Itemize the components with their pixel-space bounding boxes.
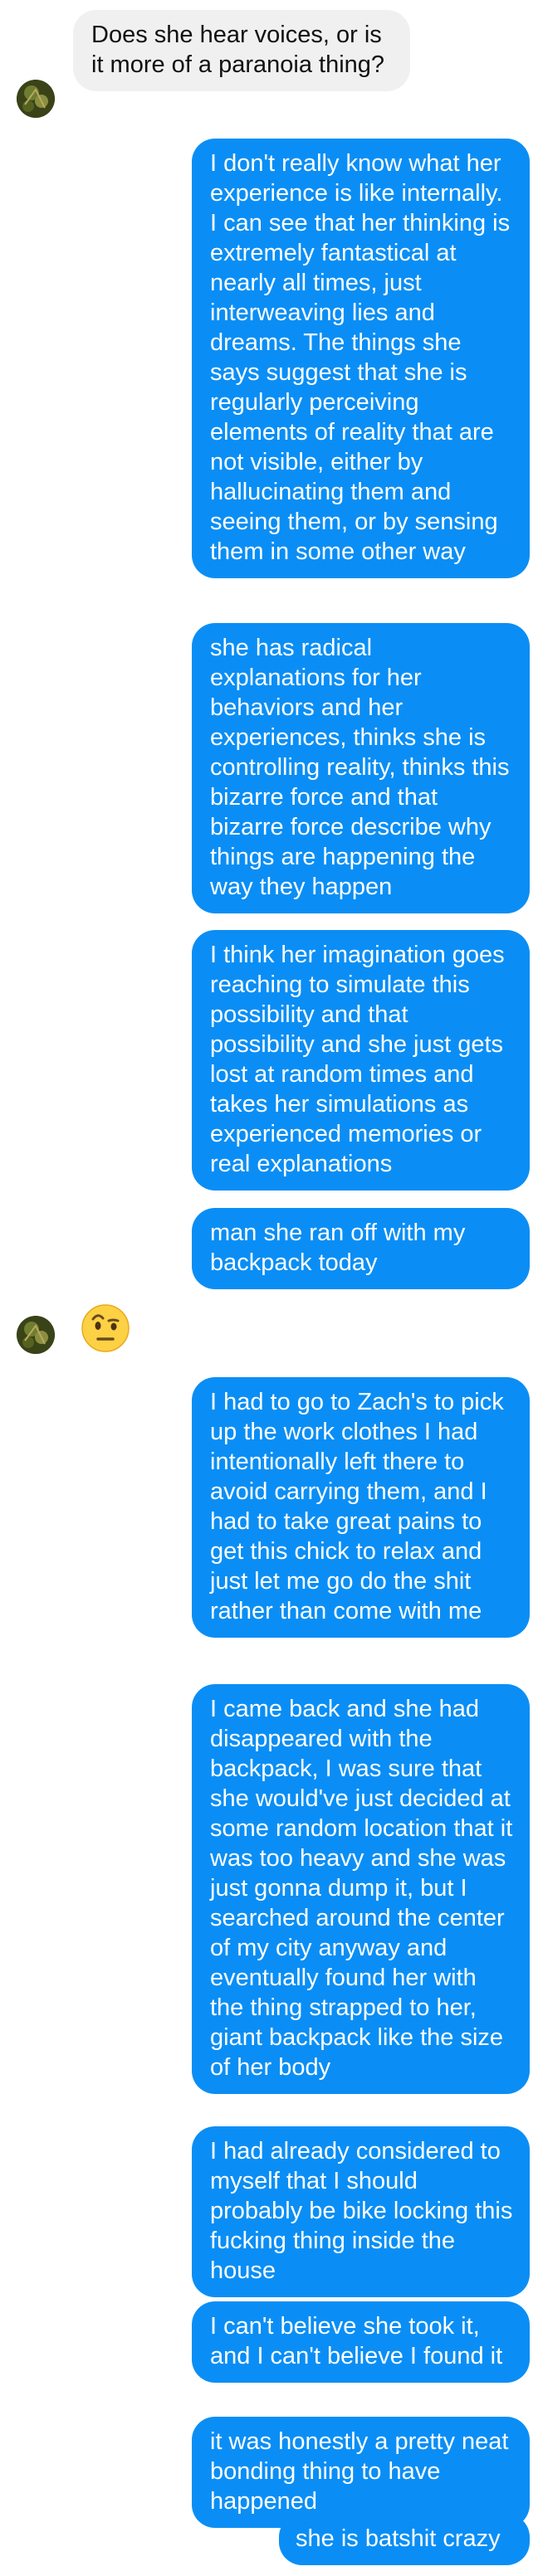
outgoing-message-4[interactable]: man she ran off with my backpack today <box>192 1208 530 1289</box>
outgoing-message-2[interactable]: she has radical explanations for her beh… <box>192 623 530 913</box>
outgoing-message-9[interactable]: it was honestly a pretty neat bonding th… <box>192 2417 530 2528</box>
outgoing-message-6[interactable]: I came back and she had disappeared with… <box>192 1684 530 2094</box>
incoming-message-1[interactable]: Does she hear voices, or is it more of a… <box>73 10 410 91</box>
outgoing-message-10[interactable]: she is batshit crazy <box>279 2514 530 2565</box>
avatar-image <box>17 80 55 118</box>
face-with-raised-eyebrow-icon[interactable] <box>80 1303 131 1354</box>
outgoing-message-1[interactable]: I don't really know what her experience … <box>192 139 530 578</box>
contact-avatar[interactable] <box>17 80 55 118</box>
outgoing-message-8[interactable]: I can't believe she took it, and I can't… <box>192 2301 530 2383</box>
outgoing-message-7[interactable]: I had already considered to myself that … <box>192 2126 530 2297</box>
avatar-image <box>17 1316 55 1354</box>
outgoing-message-3[interactable]: I think her imagination goes reaching to… <box>192 930 530 1191</box>
contact-avatar[interactable] <box>17 1316 55 1354</box>
outgoing-message-5[interactable]: I had to go to Zach's to pick up the wor… <box>192 1377 530 1638</box>
